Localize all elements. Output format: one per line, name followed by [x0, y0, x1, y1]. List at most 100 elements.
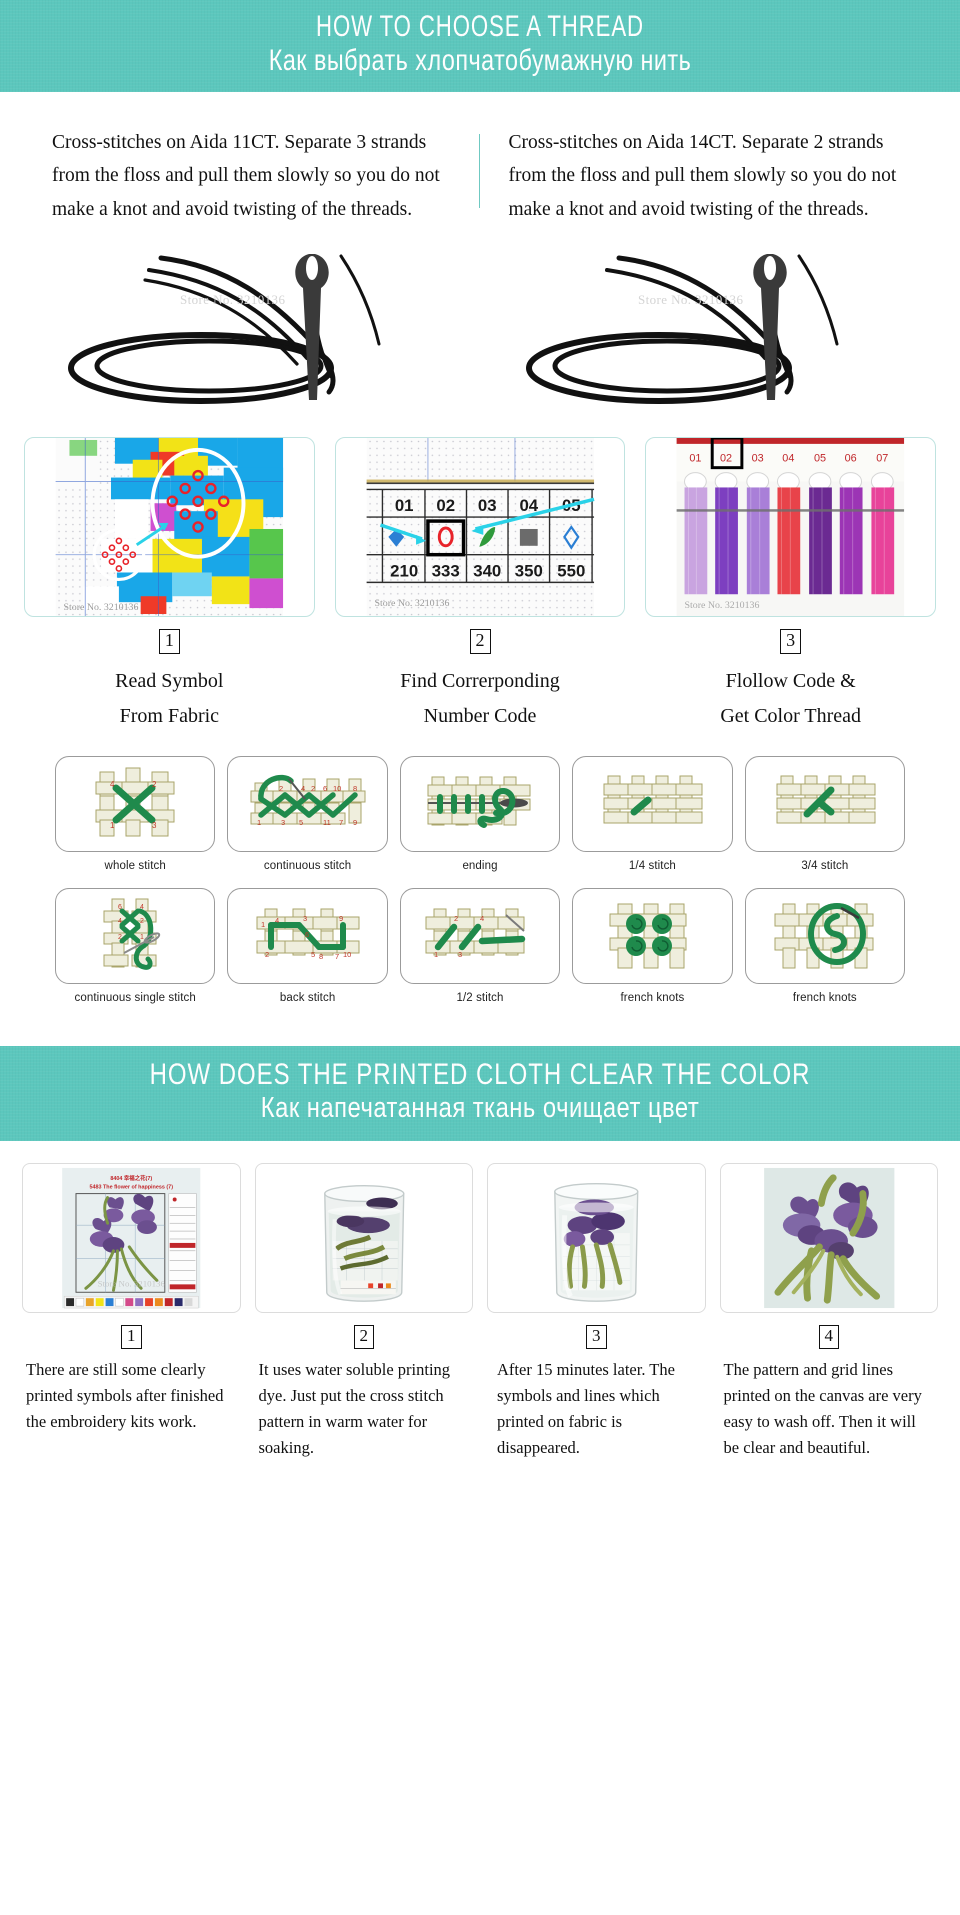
stitch-label-knots-four: french knots [620, 992, 685, 1005]
stitch-label-single: continuous single stitch [74, 992, 196, 1005]
stitch-label-knot-loop: french knots [792, 992, 857, 1005]
svg-text:2: 2 [311, 784, 315, 793]
step4-caption-3: After 15 minutes later. The symbols and … [497, 1359, 675, 1457]
stitch-label-quarter: 1/4 stitch [628, 860, 676, 873]
step4-symbols-gone: 3 After 15 minutes later. The symbols an… [487, 1162, 706, 1461]
step-caption-1-line1: Read Symbol [115, 670, 224, 693]
banner-choose-thread: HOW TO CHOOSE A THREAD Как выбрать хлопч… [0, 0, 960, 92]
intro-text-11ct: Cross-stitches on Aida 11CT. Separate 3 … [52, 131, 440, 220]
stitch-whole: 4 2 1 3 whole stitch [55, 756, 216, 872]
svg-text:350: 350 [514, 562, 542, 581]
svg-text:7: 7 [339, 818, 343, 827]
color-key-swatches [63, 1295, 199, 1309]
svg-text:4: 4 [275, 916, 279, 925]
photo-iris-pattern-chart: 8404 幸福之花(7) 5483 The flower of happines… [22, 1162, 241, 1313]
svg-text:5: 5 [299, 818, 303, 827]
svg-text:11: 11 [323, 818, 331, 827]
svg-text:03: 03 [752, 453, 764, 465]
svg-text:07: 07 [877, 453, 889, 465]
svg-text:3: 3 [458, 950, 462, 959]
svg-text:4: 4 [140, 904, 144, 911]
color-legend-strip [340, 1280, 396, 1295]
photo-fabric-symbols: Store No. 3210136 [24, 437, 315, 618]
photo-finished-embroidery [719, 1162, 938, 1313]
svg-text:6: 6 [323, 784, 327, 793]
stitch-single: 6 4 4 2 2 1 continuous single stitch [55, 888, 216, 1005]
svg-text:6: 6 [118, 904, 122, 911]
banner1-title-en: HOW TO CHOOSE A THREAD [316, 10, 644, 43]
photo-jar-soaking-dirty [254, 1162, 473, 1313]
stitch-box-knots-four [572, 888, 733, 985]
needle-illustration-left: Store No. 3210136 [22, 240, 480, 415]
svg-text:340: 340 [473, 562, 501, 581]
step-number-3: 3 [780, 629, 802, 655]
step-caption-2-line1: Find Correrponding [400, 670, 560, 693]
photo-thread-card: 01 02 03 04 05 06 07 Store No. 3210136 [645, 437, 937, 618]
svg-text:4: 4 [480, 914, 484, 923]
stitch-box-single: 6 4 4 2 2 1 [55, 888, 216, 985]
svg-text:550: 550 [557, 562, 585, 581]
stitch-box-quarter [572, 756, 733, 853]
step4-number-3: 3 [586, 1324, 607, 1349]
stitch-box-back: 4 3 9 1 6 2 58 7 10 [227, 888, 388, 985]
svg-text:4: 4 [118, 918, 122, 925]
intro-column-14ct: Cross-stitches on Aida 14CT. Separate 2 … [480, 126, 920, 227]
banner2-title-ru: Как напечатанная ткань очищает цвет [260, 1091, 700, 1124]
stitch-half: 2 4 1 3 1/2 stitch [399, 888, 561, 1005]
stitch-knots-four: french knots [572, 888, 733, 1005]
svg-text:04: 04 [783, 453, 795, 465]
stitch-label-half: 1/2 stitch [456, 992, 504, 1005]
stitch-label-continuous: continuous stitch [263, 860, 352, 873]
banner2-title-en: HOW DOES THE PRINTED CLOTH CLEAR THE COL… [149, 1058, 811, 1092]
banner-printed-cloth: HOW DOES THE PRINTED CLOTH CLEAR THE COL… [0, 1046, 960, 1141]
stitch-box-ending [399, 756, 561, 853]
step-number-2: 2 [469, 629, 491, 655]
photo-number-code-chart: 01 02 03 04 05 210 333 340 350 550 Store… [334, 437, 626, 618]
svg-text:2: 2 [140, 918, 144, 925]
svg-text:05: 05 [814, 453, 826, 465]
svg-text:01: 01 [690, 453, 702, 465]
step-caption-1-line2: From Fabric [119, 705, 220, 728]
step4-caption-1: There are still some clearly printed sym… [26, 1359, 224, 1431]
svg-text:06: 06 [845, 453, 857, 465]
svg-text:2: 2 [118, 934, 122, 941]
step4-finished: 4 The pattern and grid lines printed on … [719, 1162, 938, 1461]
stitch-row-2: 6 4 4 2 2 1 continuous single stitch 4 3 9 … [55, 888, 906, 1005]
step4-number-1: 1 [121, 1324, 142, 1349]
stitch-label-threequarter: 3/4 stitch [801, 860, 849, 873]
step4-number-4: 4 [818, 1324, 839, 1349]
stitch-label-ending: ending [462, 860, 498, 873]
step-caption-2-line2: Number Code [423, 705, 537, 728]
intro-section: Cross-stitches on Aida 11CT. Separate 3 … [0, 92, 960, 237]
svg-text:6: 6 [305, 930, 309, 939]
intro-text-14ct: Cross-stitches on Aida 14CT. Separate 2 … [508, 131, 897, 220]
four-step-photos: 8404 幸福之花(7) 5483 The flower of happines… [0, 1141, 960, 1461]
svg-text:2: 2 [454, 914, 458, 923]
svg-text:3: 3 [303, 914, 307, 923]
step4-caption-4: The pattern and grid lines printed on th… [723, 1359, 922, 1457]
step-number-1: 1 [158, 629, 180, 655]
stitch-ending: ending [399, 756, 561, 873]
svg-text:1: 1 [110, 821, 115, 830]
svg-text:2: 2 [152, 780, 157, 789]
stitch-box-knot-loop [744, 888, 906, 985]
stitch-row-1: 42 13 whole stitch 2 4 2 6 10 8 1 3 5 11… [55, 756, 906, 873]
svg-text:3: 3 [152, 821, 157, 830]
svg-text:9: 9 [353, 818, 357, 827]
stitch-label-back: back stitch [279, 992, 336, 1005]
svg-text:02: 02 [436, 497, 455, 516]
svg-text:2: 2 [265, 950, 269, 959]
svg-text:5483 The flower of happiness (: 5483 The flower of happiness (7) [89, 1185, 173, 1191]
svg-text:Store No. 3210136: Store No. 3210136 [685, 600, 760, 611]
svg-text:4: 4 [301, 784, 305, 793]
step4-number-2: 2 [353, 1324, 374, 1349]
three-step-photos: Store No. 3210136 1 Read Symbol From Fab… [0, 431, 960, 734]
step-read-symbol: Store No. 3210136 1 Read Symbol From Fab… [24, 437, 315, 734]
svg-text:Store No. 3210136: Store No. 3210136 [374, 598, 449, 609]
stitch-knot-loop: french knots [744, 888, 906, 1005]
svg-text:5: 5 [311, 950, 315, 959]
svg-text:1: 1 [140, 934, 144, 941]
svg-text:4: 4 [110, 780, 115, 789]
stitch-threequarter: 3/4 stitch [744, 756, 906, 873]
stitch-box-whole: 4 2 1 3 [55, 756, 216, 853]
